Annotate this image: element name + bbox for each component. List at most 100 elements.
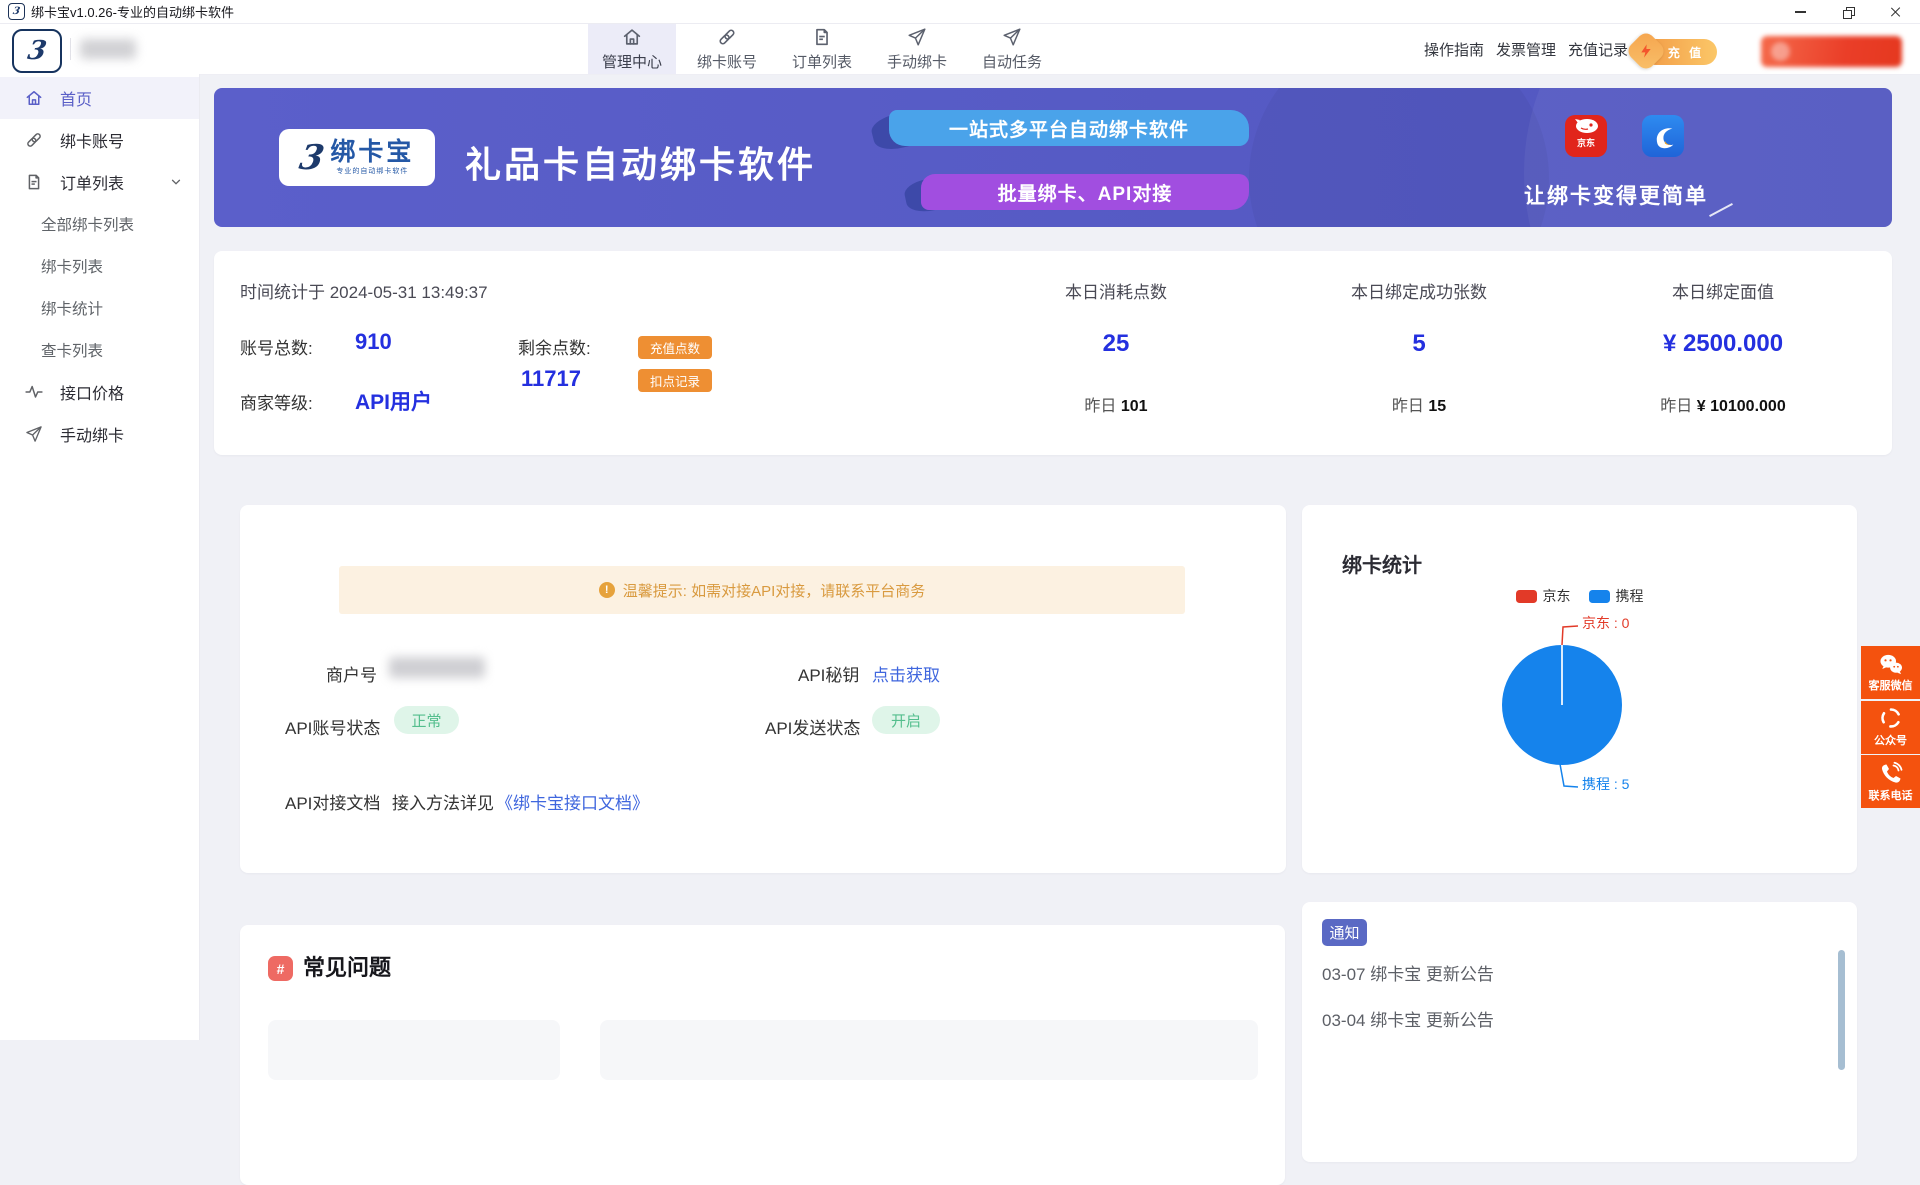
tab-order-list[interactable]: 订单列表 bbox=[778, 24, 866, 74]
document-icon bbox=[24, 172, 44, 192]
api-doc-label: API对接文档 bbox=[285, 789, 380, 814]
link-invoice-management[interactable]: 发票管理 bbox=[1496, 39, 1556, 60]
tab-manual-bind[interactable]: 手动绑卡 bbox=[873, 24, 961, 74]
stat-col-points-used: 本日消耗点数 25 昨日 101 bbox=[966, 278, 1266, 416]
stat-col-bind-success: 本日绑定成功张数 5 昨日 15 bbox=[1269, 278, 1569, 416]
banner-tagline: 让绑卡变得更简单 bbox=[1524, 180, 1708, 210]
merchant-no-label: 商户号 bbox=[326, 661, 377, 686]
link-recharge-records[interactable]: 充值记录 bbox=[1568, 39, 1628, 60]
account-total-label: 账号总数: bbox=[240, 334, 313, 359]
sidebar-item-order-list[interactable]: 订单列表 bbox=[0, 161, 199, 203]
notice-item[interactable]: 03-04 绑卡宝 更新公告 bbox=[1322, 1006, 1494, 1031]
blurred-avatar bbox=[1771, 42, 1790, 61]
restore-button[interactable] bbox=[1824, 0, 1872, 24]
app-window: { "window": { "title": "绑卡宝v1.0.26-专业的自动… bbox=[0, 0, 1920, 1040]
get-secret-link[interactable]: 点击获取 bbox=[872, 661, 940, 686]
titlebar: 3 绑卡宝v1.0.26-专业的自动绑卡软件 bbox=[0, 0, 1920, 24]
notice-panel bbox=[1302, 902, 1857, 1162]
sidebar-item-card-accounts[interactable]: 绑卡账号 bbox=[0, 119, 199, 161]
notice-badge: 通知 bbox=[1322, 919, 1367, 946]
float-contact-menu: 客服微信 公众号 联系电话 bbox=[1861, 646, 1920, 808]
banner-ribbon-bottom: 批量绑卡、API对接 bbox=[921, 174, 1249, 210]
points-label: 剩余点数: bbox=[518, 334, 591, 359]
send-icon bbox=[906, 26, 928, 48]
restore-icon bbox=[1843, 7, 1854, 18]
faq-title: 常见问题 bbox=[303, 950, 391, 982]
blurred-merchant-no bbox=[389, 657, 485, 678]
window-title: 绑卡宝v1.0.26-专业的自动绑卡软件 bbox=[31, 2, 234, 21]
account-total-value: 910 bbox=[355, 329, 392, 355]
sidebar-item-home[interactable]: 首页 bbox=[0, 77, 199, 119]
brand-logo: 3 bbox=[12, 29, 62, 73]
api-panel bbox=[240, 505, 1286, 873]
sidebar-item-api-prices[interactable]: 接口价格 bbox=[0, 371, 199, 413]
wechat-icon bbox=[1879, 653, 1903, 675]
faq-item[interactable] bbox=[268, 1020, 560, 1080]
official-account-icon bbox=[1879, 706, 1903, 730]
close-icon bbox=[1890, 6, 1902, 18]
stat-col-bind-amount: 本日绑定面值 ¥ 2500.000 昨日 ¥ 10100.000 bbox=[1573, 278, 1873, 416]
deduct-records-button[interactable]: 扣点记录 bbox=[638, 369, 712, 392]
pulse-icon bbox=[24, 382, 44, 402]
banner-logo: 3 绑卡宝 专业的自动绑卡软件 bbox=[279, 129, 435, 186]
banner-logo-text: 绑卡宝 bbox=[330, 140, 414, 165]
sidebar-item-bind-stats[interactable]: 绑卡统计 bbox=[0, 287, 199, 329]
tab-card-accounts[interactable]: 绑卡账号 bbox=[683, 24, 771, 74]
jd-app-icon: 京东 bbox=[1565, 115, 1607, 157]
sidebar: 首页 绑卡账号 订单列表 全部绑卡列表 绑卡列表 绑卡统计 查卡列表 接口价格 … bbox=[0, 74, 200, 1040]
banner-ribbon-top: 一站式多平台自动绑卡软件 bbox=[889, 110, 1249, 146]
sidebar-item-bind-list[interactable]: 绑卡列表 bbox=[0, 245, 199, 287]
close-button[interactable] bbox=[1872, 0, 1920, 24]
warning-icon: ! bbox=[599, 582, 615, 598]
send-status-badge: 开启 bbox=[872, 706, 940, 734]
sidebar-item-manual-bind[interactable]: 手动绑卡 bbox=[0, 413, 199, 455]
link-operation-guide[interactable]: 操作指南 bbox=[1424, 39, 1484, 60]
merchant-level-label: 商家等级: bbox=[240, 389, 313, 414]
notice-scrollbar[interactable] bbox=[1838, 950, 1845, 1070]
home-icon bbox=[24, 88, 44, 108]
recharge-points-button[interactable]: 充值点数 bbox=[638, 336, 712, 359]
phone-icon bbox=[1879, 761, 1903, 785]
pie-slice-divider bbox=[1561, 645, 1563, 705]
top-nav: 管理中心 绑卡账号 订单列表 手动绑卡 自动任务 bbox=[588, 24, 1056, 74]
account-status-badge: 正常 bbox=[394, 706, 459, 734]
official-account-button[interactable]: 公众号 bbox=[1861, 701, 1920, 754]
account-status-label: API账号状态 bbox=[285, 714, 380, 739]
sidebar-item-card-query-list[interactable]: 查卡列表 bbox=[0, 329, 199, 371]
header-links: 操作指南 发票管理 充值记录 bbox=[1424, 24, 1628, 74]
pie-label-ctrip: 携程 : 5 bbox=[1582, 774, 1629, 794]
send-status-label: API发送状态 bbox=[765, 714, 860, 739]
sidebar-item-all-bind-list[interactable]: 全部绑卡列表 bbox=[0, 203, 199, 245]
api-doc-link[interactable]: 《绑卡宝接口文档》 bbox=[496, 789, 649, 814]
hash-icon: # bbox=[268, 956, 293, 981]
home-icon bbox=[621, 26, 643, 48]
tab-management-center[interactable]: 管理中心 bbox=[588, 24, 676, 74]
ctrip-app-icon bbox=[1642, 115, 1684, 157]
contact-phone-button[interactable]: 联系电话 bbox=[1861, 755, 1920, 808]
window-controls bbox=[1776, 0, 1920, 24]
minimize-icon bbox=[1795, 11, 1806, 13]
ctrip-dolphin-icon bbox=[1648, 121, 1678, 151]
blurred-username bbox=[80, 39, 136, 59]
document-icon bbox=[811, 26, 833, 48]
chevron-down-icon bbox=[169, 175, 183, 189]
banner-logo-slogan: 专业的自动绑卡软件 bbox=[336, 168, 408, 175]
blurred-account-button[interactable] bbox=[1761, 36, 1902, 67]
api-secret-label: API秘钥 bbox=[798, 661, 859, 686]
api-doc-prefix: 接入方法详见 bbox=[392, 789, 494, 814]
minimize-button[interactable] bbox=[1776, 0, 1824, 24]
banner-decor-circle bbox=[1249, 88, 1549, 227]
points-value: 11717 bbox=[521, 366, 581, 392]
banner-title: 礼品卡自动绑卡软件 bbox=[465, 136, 816, 188]
send-icon bbox=[1001, 26, 1023, 48]
send-icon bbox=[24, 424, 44, 444]
stats-timestamp: 时间统计于 2024-05-31 13:49:37 bbox=[240, 278, 488, 303]
faq-item[interactable] bbox=[600, 1020, 1258, 1080]
header-divider bbox=[70, 38, 71, 60]
notice-item[interactable]: 03-07 绑卡宝 更新公告 bbox=[1322, 960, 1494, 985]
tab-auto-tasks[interactable]: 自动任务 bbox=[968, 24, 1056, 74]
wechat-service-button[interactable]: 客服微信 bbox=[1861, 646, 1920, 699]
link-icon bbox=[24, 130, 44, 150]
recharge-button[interactable]: 充 值 bbox=[1643, 39, 1717, 65]
pie-label-jd: 京东 : 0 bbox=[1582, 613, 1629, 633]
